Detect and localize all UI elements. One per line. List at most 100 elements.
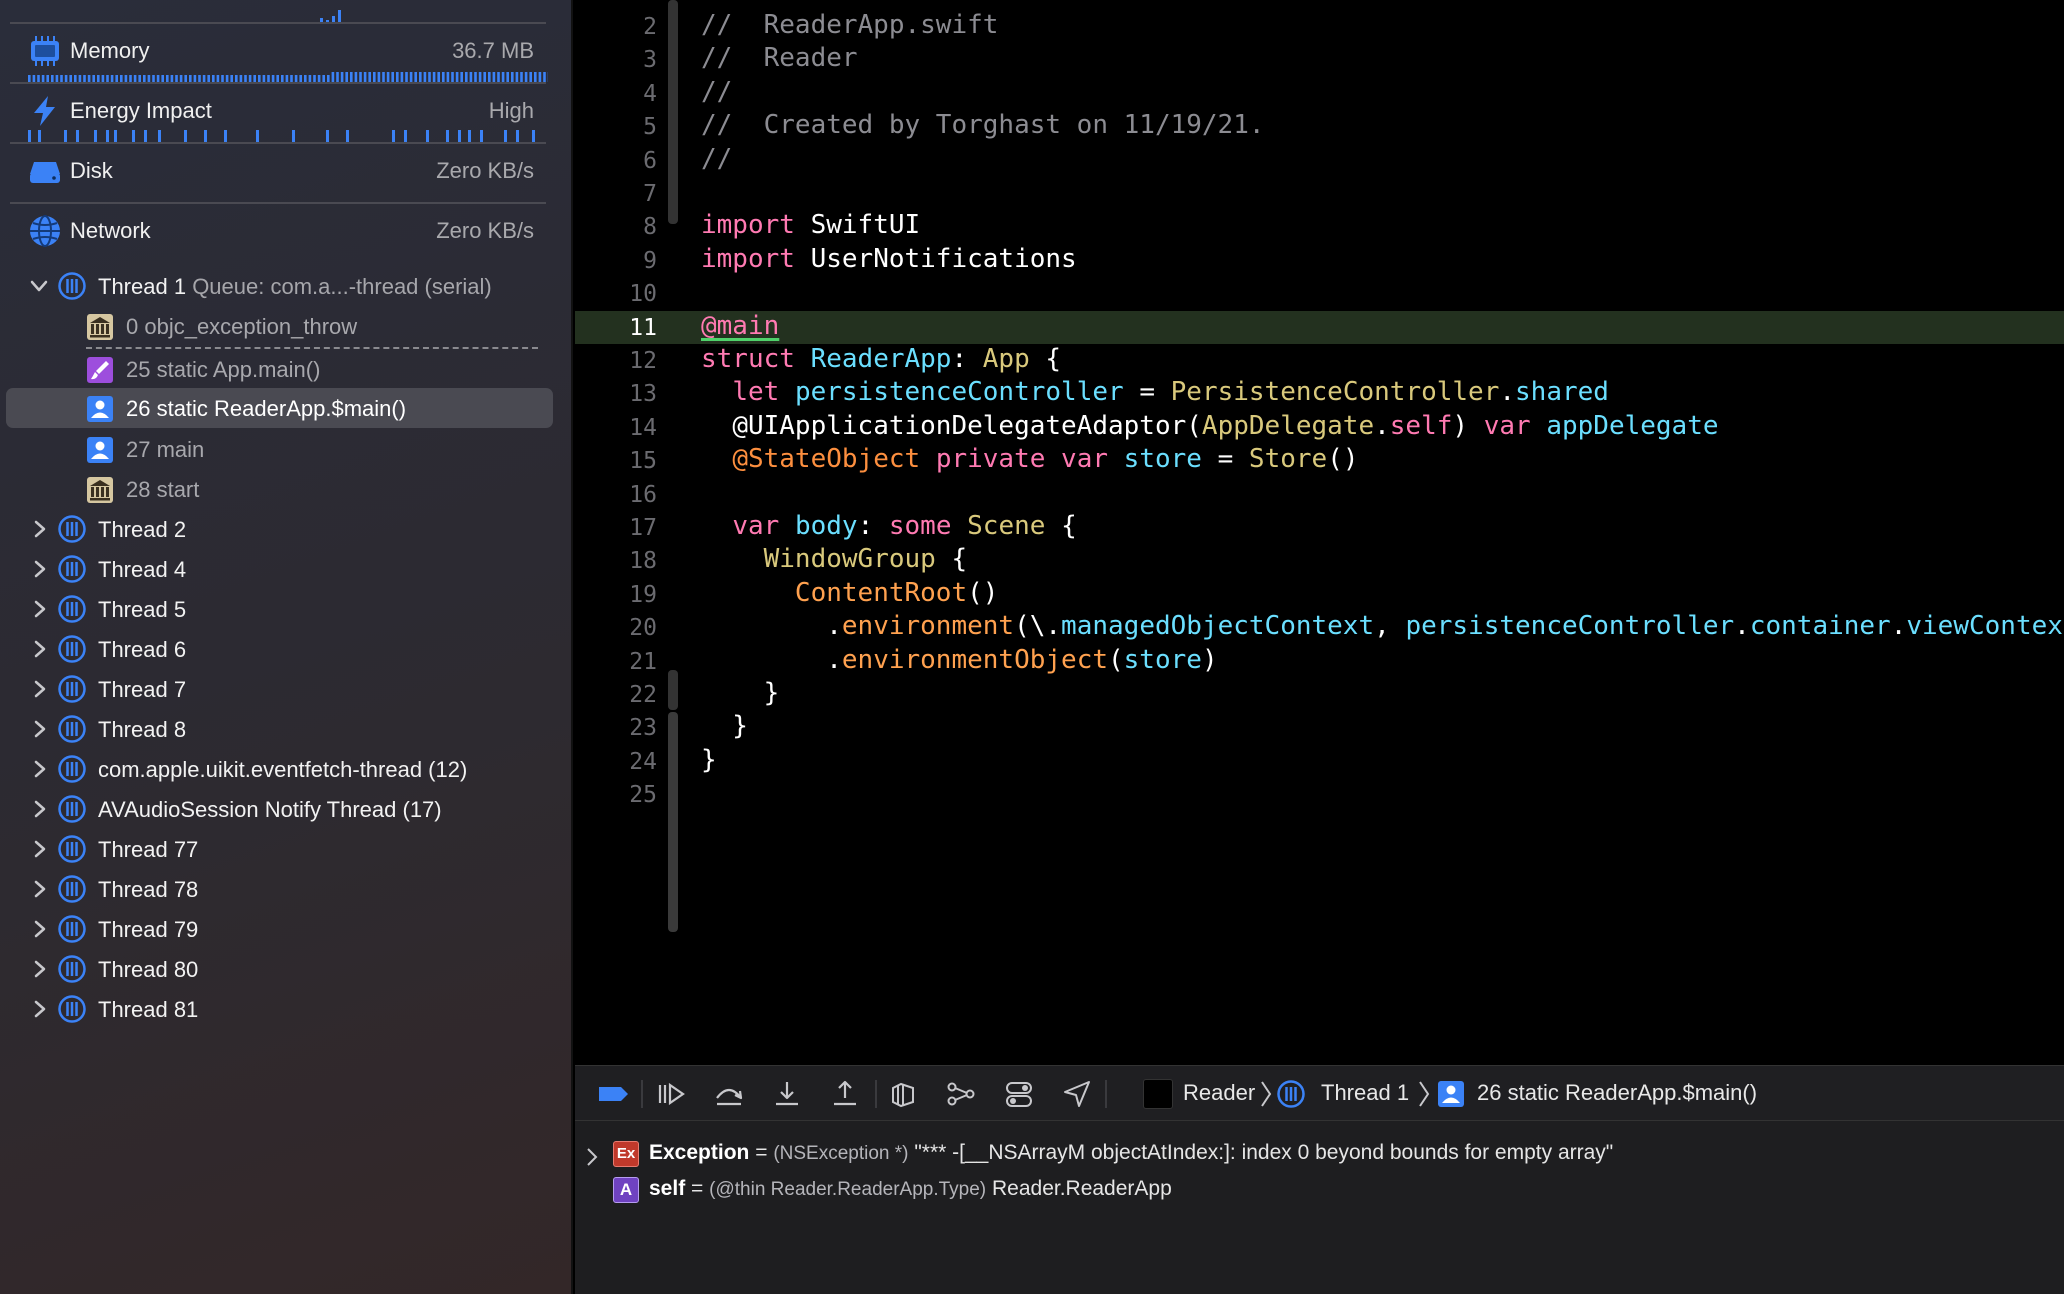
code-line[interactable]: 19 ContentRoot() <box>575 578 2064 611</box>
thread-row[interactable]: Thread 80 <box>0 949 560 989</box>
chevron-right-icon[interactable] <box>28 878 50 900</box>
environment-overrides-icon[interactable] <box>1003 1078 1035 1110</box>
app-icon[interactable] <box>1143 1079 1173 1109</box>
code-line[interactable]: 16 <box>575 478 2064 511</box>
memory-gauge[interactable]: Memory 36.7 MB <box>10 24 548 84</box>
disk-gauge[interactable]: Disk Zero KB/s <box>10 144 546 204</box>
line-number[interactable]: 20 <box>575 615 657 641</box>
thread-row[interactable]: Thread 7 <box>0 669 560 709</box>
code-line[interactable]: 13 let persistenceController = Persisten… <box>575 377 2064 410</box>
line-number[interactable]: 23 <box>575 715 657 741</box>
chevron-right-icon[interactable] <box>28 558 50 580</box>
thread-row[interactable]: Thread 8 <box>0 709 560 749</box>
code-line[interactable]: 9 import UserNotifications <box>575 244 2064 277</box>
source-editor[interactable]: 2 // ReaderApp.swift 3 // Reader 4 // 5 // Crea… <box>575 0 2064 1065</box>
simulate-location-icon[interactable] <box>1061 1078 1093 1110</box>
chevron-right-icon[interactable] <box>28 718 50 740</box>
line-number[interactable]: 13 <box>575 381 657 407</box>
variable-row-self[interactable]: A self = (@thin Reader.ReaderApp.Type) R… <box>575 1175 2064 1211</box>
stack-frame-27[interactable]: 27 main <box>0 429 560 469</box>
code-line[interactable]: 2 // ReaderApp.swift <box>575 10 2064 43</box>
code-line[interactable]: 20 .environment(\.managedObjectContext, … <box>575 611 2064 644</box>
line-number[interactable]: 2 <box>575 14 657 40</box>
code-line[interactable]: 12 struct ReaderApp: App { <box>575 344 2064 377</box>
code-line[interactable]: 15 @StateObject private var store = Stor… <box>575 444 2064 477</box>
stack-frame-0[interactable]: 0 objc_exception_throw <box>0 306 560 346</box>
thread-row[interactable]: Thread 6 <box>0 629 560 669</box>
thread-row[interactable]: Thread 79 <box>0 909 560 949</box>
code-line[interactable]: 6 // <box>575 144 2064 177</box>
line-number[interactable]: 6 <box>575 148 657 174</box>
code-line[interactable]: 24} <box>575 745 2064 778</box>
line-number[interactable]: 8 <box>575 214 657 240</box>
chevron-right-icon[interactable] <box>28 638 50 660</box>
line-number[interactable]: 4 <box>575 81 657 107</box>
chevron-right-icon[interactable] <box>28 998 50 1020</box>
line-number[interactable]: 24 <box>575 749 657 775</box>
thread-row[interactable]: Thread 77 <box>0 829 560 869</box>
line-number[interactable]: 9 <box>575 248 657 274</box>
line-number[interactable]: 11 <box>575 315 657 341</box>
line-number[interactable]: 18 <box>575 548 657 574</box>
thread-row[interactable]: Thread 81 <box>0 989 560 1029</box>
variable-row-exception[interactable]: Ex Exception = (NSException *) "*** -[__… <box>575 1139 2064 1175</box>
memory-graph-icon[interactable] <box>945 1078 977 1110</box>
breakpoints-toggle-icon[interactable] <box>597 1078 629 1110</box>
chevron-right-icon[interactable] <box>28 918 50 940</box>
thread-row[interactable]: AVAudioSession Notify Thread (17) <box>0 789 560 829</box>
breadcrumb-thread[interactable]: Thread 1 <box>1321 1080 1409 1106</box>
breadcrumb-frame[interactable]: 26 static ReaderApp.$main() <box>1477 1080 1757 1106</box>
thread-row[interactable]: com.apple.uikit.eventfetch-thread (12) <box>0 749 560 789</box>
line-number[interactable]: 14 <box>575 415 657 441</box>
code-line[interactable]: 8 import SwiftUI <box>575 210 2064 243</box>
code-line[interactable]: 5 // Created by Torghast on 11/19/21. <box>575 110 2064 143</box>
stack-frame-28[interactable]: 28 start <box>0 469 560 509</box>
code-line[interactable]: 23 } <box>575 711 2064 744</box>
network-gauge[interactable]: Network Zero KB/s <box>10 204 546 264</box>
line-number[interactable]: 5 <box>575 114 657 140</box>
stack-frame-26-selected[interactable]: 26 static ReaderApp.$main() <box>6 388 553 428</box>
code-line[interactable]: 7 <box>575 177 2064 210</box>
chevron-right-icon[interactable] <box>28 838 50 860</box>
thread-row[interactable]: Thread 4 <box>0 549 560 589</box>
step-over-icon[interactable] <box>713 1078 745 1110</box>
code-line[interactable]: 3 // Reader <box>575 43 2064 76</box>
code-line[interactable]: 18 WindowGroup { <box>575 544 2064 577</box>
chevron-right-icon[interactable] <box>28 758 50 780</box>
chevron-right-icon[interactable] <box>28 798 50 820</box>
line-number[interactable]: 19 <box>575 582 657 608</box>
thread-row[interactable]: Thread 2 <box>0 509 560 549</box>
line-number[interactable]: 10 <box>575 281 657 307</box>
chevron-right-icon[interactable] <box>28 958 50 980</box>
code-line-current[interactable]: 11 @main <box>575 310 2064 344</box>
stack-frame-25[interactable]: 25 static App.main() <box>0 349 560 389</box>
code-line[interactable]: 4 // <box>575 77 2064 110</box>
line-number[interactable]: 7 <box>575 181 657 207</box>
chevron-right-icon[interactable] <box>28 598 50 620</box>
line-number[interactable]: 22 <box>575 682 657 708</box>
line-number[interactable]: 17 <box>575 515 657 541</box>
chevron-right-icon[interactable] <box>28 678 50 700</box>
line-number[interactable]: 15 <box>575 448 657 474</box>
line-number[interactable]: 25 <box>575 782 657 808</box>
chevron-down-icon[interactable] <box>28 275 50 297</box>
chevron-right-icon[interactable] <box>28 518 50 540</box>
line-number[interactable]: 16 <box>575 482 657 508</box>
chevron-right-icon[interactable] <box>585 1147 599 1167</box>
line-number[interactable]: 3 <box>575 47 657 73</box>
code-line[interactable]: 17 var body: some Scene { <box>575 511 2064 544</box>
thread-row-1[interactable]: Thread 1 Queue: com.a...-thread (serial) <box>0 266 560 306</box>
step-into-icon[interactable] <box>771 1078 803 1110</box>
line-number[interactable]: 12 <box>575 348 657 374</box>
code-line[interactable]: 22 } <box>575 678 2064 711</box>
step-out-icon[interactable] <box>829 1078 861 1110</box>
line-number[interactable]: 21 <box>575 649 657 675</box>
thread-row[interactable]: Thread 78 <box>0 869 560 909</box>
code-line[interactable]: 25 <box>575 778 2064 811</box>
continue-icon[interactable] <box>655 1078 687 1110</box>
code-line[interactable]: 10 <box>575 277 2064 310</box>
code-line[interactable]: 21 .environmentObject(store) <box>575 645 2064 678</box>
energy-gauge[interactable]: Energy Impact High <box>10 84 546 144</box>
thread-row[interactable]: Thread 5 <box>0 589 560 629</box>
breadcrumb-app[interactable]: Reader <box>1183 1080 1255 1106</box>
